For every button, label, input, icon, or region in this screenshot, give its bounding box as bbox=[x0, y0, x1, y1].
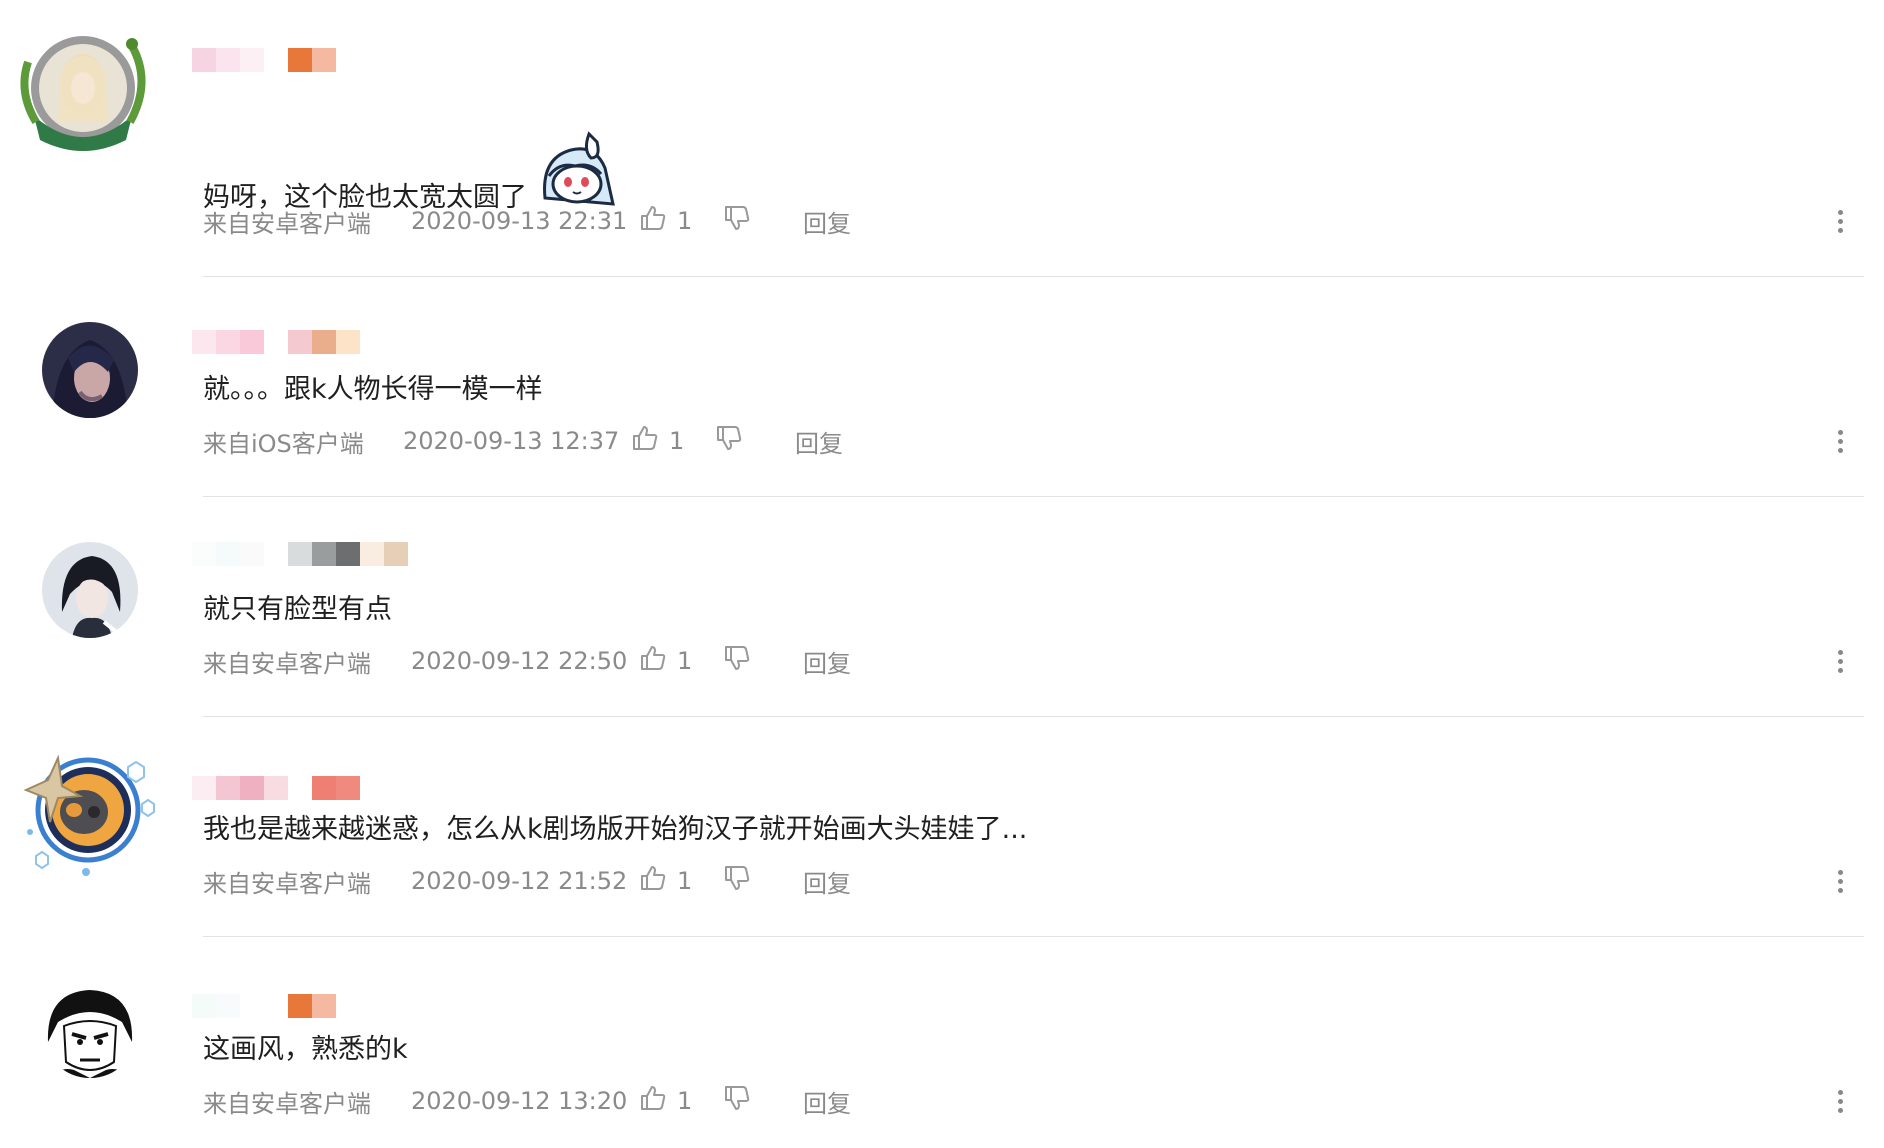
thumbs-up-icon bbox=[639, 864, 677, 898]
reply-button[interactable]: 回复 bbox=[803, 864, 851, 899]
comment-text: 就只有脸型有点 bbox=[203, 594, 392, 626]
more-options-icon[interactable] bbox=[1832, 861, 1848, 901]
thumbs-down-icon bbox=[723, 1084, 751, 1118]
divider bbox=[203, 936, 1864, 937]
like-button[interactable]: 1 bbox=[639, 864, 723, 898]
comment-time: 2020-09-13 12:37 bbox=[403, 427, 620, 455]
username-mosaic[interactable] bbox=[192, 542, 408, 566]
divider bbox=[203, 716, 1864, 717]
comment-text: 这画风，熟悉的k bbox=[203, 1034, 408, 1066]
comment-text: 我也是越来越迷惑，怎么从k剧场版开始狗汉子就开始画大头娃娃了... bbox=[203, 814, 1027, 846]
dark-hair-character-avatar[interactable] bbox=[42, 322, 138, 418]
reply-button[interactable]: 回复 bbox=[803, 1084, 851, 1119]
black-hair-character-avatar[interactable] bbox=[42, 542, 138, 638]
comment-meta: 来自安卓客户端 2020-09-12 22:50 1 回复 bbox=[203, 641, 851, 681]
comment-text-content: 就。。。跟k人物长得一模一样 bbox=[203, 374, 543, 405]
more-options-icon[interactable] bbox=[1832, 1081, 1848, 1121]
username-mosaic[interactable] bbox=[192, 776, 360, 800]
comment-source: 来自iOS客户端 bbox=[203, 429, 364, 458]
robot-badge-avatar[interactable] bbox=[18, 740, 158, 880]
comment-meta: 来自安卓客户端 2020-09-12 13:20 1 回复 bbox=[203, 1081, 851, 1121]
more-options-icon[interactable] bbox=[1832, 641, 1848, 681]
like-count: 1 bbox=[677, 867, 693, 895]
like-count: 1 bbox=[677, 647, 693, 675]
comment-meta: 来自安卓客户端 2020-09-12 21:52 1 回复 bbox=[203, 861, 851, 901]
like-button[interactable]: 1 bbox=[639, 644, 723, 678]
comment-meta: 来自iOS客户端 2020-09-13 12:37 1 回复 bbox=[203, 421, 843, 461]
dislike-button[interactable] bbox=[723, 644, 803, 678]
comment-text-content: 这画风，熟悉的k bbox=[203, 1034, 408, 1065]
comment-text-content: 我也是越来越迷惑，怎么从k剧场版开始狗汉子就开始画大头娃娃了... bbox=[203, 814, 1028, 845]
thumbs-down-icon bbox=[715, 424, 743, 458]
comment-item: 这画风，熟悉的k 来自安卓客户端 2020-09-12 13:20 1 回复 bbox=[0, 0, 1884, 1118]
comment-source: 来自安卓客户端 bbox=[203, 649, 371, 678]
comment-source: 来自安卓客户端 bbox=[203, 869, 371, 898]
thumbs-down-icon bbox=[723, 644, 751, 678]
thumbs-up-icon bbox=[639, 1084, 677, 1118]
comment-text: 就。。。跟k人物长得一模一样 bbox=[203, 374, 543, 406]
username-mosaic[interactable] bbox=[192, 330, 360, 354]
comment-time: 2020-09-12 13:20 bbox=[411, 1087, 628, 1115]
like-count: 1 bbox=[669, 427, 685, 455]
reply-button[interactable]: 回复 bbox=[795, 424, 843, 459]
dislike-button[interactable] bbox=[723, 1084, 803, 1118]
like-button[interactable]: 1 bbox=[631, 424, 715, 458]
dislike-button[interactable] bbox=[715, 424, 795, 458]
reply-button[interactable]: 回复 bbox=[803, 644, 851, 679]
like-button[interactable]: 1 bbox=[639, 1084, 723, 1118]
thumbs-down-icon bbox=[723, 864, 751, 898]
comment-text-content: 就只有脸型有点 bbox=[203, 594, 392, 625]
manga-face-avatar[interactable] bbox=[42, 982, 138, 1078]
like-count: 1 bbox=[677, 1087, 693, 1115]
more-options-icon[interactable] bbox=[1832, 421, 1848, 461]
thumbs-up-icon bbox=[639, 644, 677, 678]
divider bbox=[203, 276, 1864, 277]
dislike-button[interactable] bbox=[723, 864, 803, 898]
username-mosaic[interactable] bbox=[192, 994, 336, 1018]
comment-time: 2020-09-12 21:52 bbox=[411, 867, 628, 895]
comment-time: 2020-09-12 22:50 bbox=[411, 647, 628, 675]
thumbs-up-icon bbox=[631, 424, 669, 458]
comment-source: 来自安卓客户端 bbox=[203, 1089, 371, 1118]
divider bbox=[203, 496, 1864, 497]
